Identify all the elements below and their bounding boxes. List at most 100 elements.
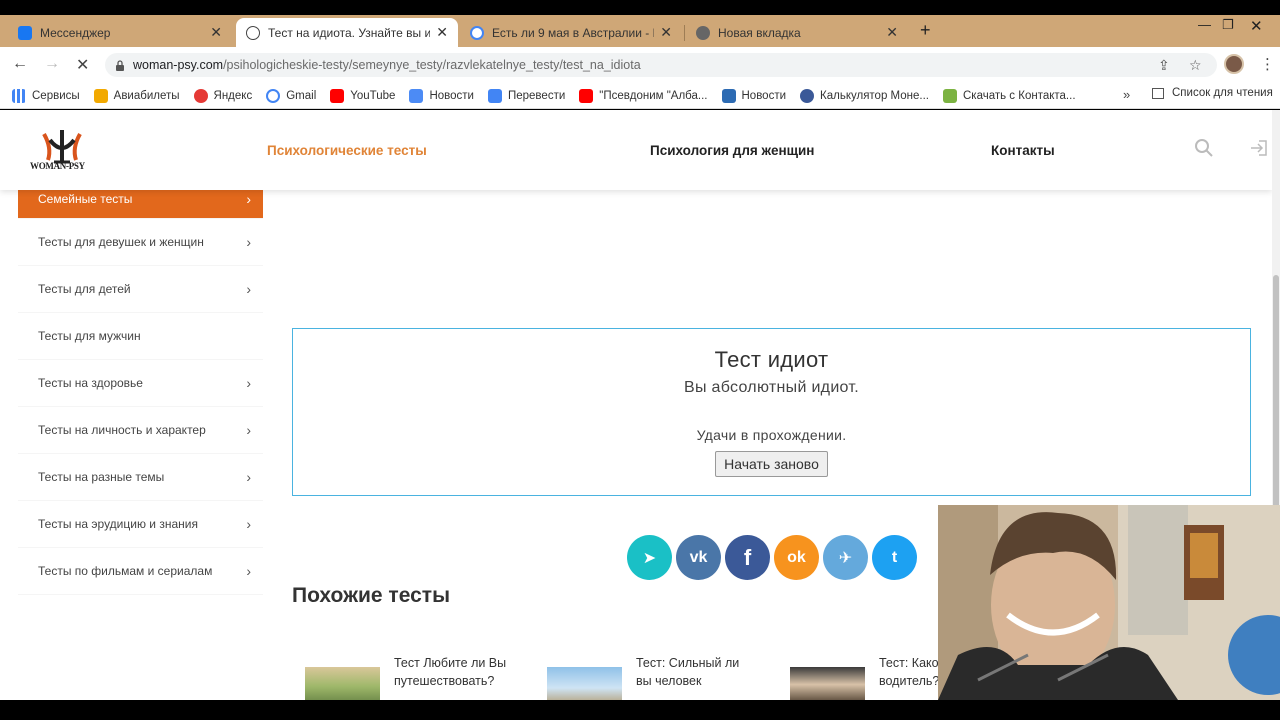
chevron-right-icon: › — [246, 234, 251, 250]
bookmark-pseudonym[interactable]: "Псевдоним "Алба... — [579, 88, 708, 103]
restart-button[interactable]: Начать заново — [715, 451, 828, 477]
similar-test-thumbnail[interactable] — [790, 667, 865, 700]
similar-test-link[interactable]: Тест: Сильный ли вы человек — [636, 654, 756, 690]
result-title: Тест идиот — [714, 347, 829, 372]
bookmark-news-vk[interactable]: Новости — [721, 88, 787, 103]
close-icon[interactable]: ✕ — [436, 24, 448, 41]
chrome-favicon-icon — [696, 25, 710, 40]
tab-google-search[interactable]: Есть ли 9 мая в Австралии - Пои... ✕ — [460, 18, 682, 47]
close-icon[interactable]: ✕ — [210, 24, 222, 41]
bookmark-label: Калькулятор Моне... — [820, 89, 929, 102]
telegram-icon[interactable]: ✈ — [823, 535, 868, 580]
webcam-person-image — [938, 505, 1280, 700]
sidebar-item-label: Тесты для детей — [38, 282, 131, 296]
webcam-overlay — [938, 505, 1280, 700]
facebook-icon[interactable]: f — [725, 535, 770, 580]
tab-new-tab[interactable]: Новая вкладка ✕ — [686, 18, 908, 47]
bookmark-news-google[interactable]: Новости — [409, 88, 474, 103]
back-arrow-icon[interactable]: ← — [12, 55, 28, 73]
sidebar-item-label: Тесты на здоровье — [38, 376, 143, 390]
browser-tabstrip: Мессенджер ✕ Тест на идиота. Узнайте вы … — [0, 15, 1280, 47]
share-send-icon[interactable]: ➤ — [627, 535, 672, 580]
bookmark-yandex[interactable]: Яндекс — [193, 88, 252, 103]
card-title-line: путешествовать? — [394, 674, 495, 688]
address-bar[interactable]: woman-psy.com/psihologicheskie-testy/sem… — [105, 53, 1217, 77]
screen-top-border — [0, 0, 1280, 15]
tests-category-sidebar: Семейные тесты › Тесты для девушек и женщ… — [18, 180, 263, 595]
chevron-right-icon: › — [246, 469, 251, 485]
plane-icon — [93, 88, 108, 103]
vk-icon[interactable]: vk — [676, 535, 721, 580]
sidebar-item-erudition[interactable]: Тесты на эрудицию и знания › — [18, 501, 263, 548]
nav-contacts[interactable]: Контакты — [991, 143, 1055, 158]
bookmark-aviatickets[interactable]: Авиабилеты — [93, 88, 180, 103]
youtube-icon — [579, 88, 594, 103]
translate-icon — [487, 88, 502, 103]
bookmark-star-icon[interactable]: ☆ — [1189, 57, 1202, 74]
lock-icon — [116, 59, 124, 71]
messenger-favicon-icon — [18, 25, 32, 40]
reading-list-label: Список для чтения — [1172, 87, 1273, 99]
bookmark-youtube[interactable]: YouTube — [330, 88, 395, 103]
card-title-line: Тест: Сильный ли — [636, 656, 740, 670]
chevron-right-icon: › — [246, 563, 251, 579]
nav-psychology-for-women[interactable]: Психология для женщин — [650, 143, 814, 158]
share-page-icon[interactable]: ⇪ — [1158, 57, 1170, 74]
close-icon[interactable]: ✕ — [886, 24, 898, 41]
window-close-icon[interactable]: ✕ — [1250, 17, 1263, 35]
test-result-box: Тест идиот Вы абсолютный идиот. Удачи в … — [292, 328, 1251, 496]
minimize-icon[interactable]: — — [1198, 17, 1211, 32]
close-icon[interactable]: ✕ — [660, 24, 672, 41]
similar-test-thumbnail[interactable] — [547, 667, 622, 700]
sidebar-item-health[interactable]: Тесты на здоровье › — [18, 360, 263, 407]
site-favicon-icon — [246, 25, 260, 40]
chevron-right-icon: › — [246, 375, 251, 391]
sidebar-item-label: Тесты для мужчин — [38, 329, 141, 343]
share-label: vk — [689, 548, 708, 566]
google-icon — [266, 88, 281, 103]
similar-test-thumbnail[interactable] — [305, 667, 380, 700]
sidebar-item-men[interactable]: Тесты для мужчин — [18, 313, 263, 360]
url-path: /psihologicheskie-testy/semeynye_testy/r… — [223, 58, 641, 72]
chevron-right-icon: › — [246, 516, 251, 532]
restore-icon[interactable]: ❐ — [1222, 17, 1234, 33]
stop-loading-icon[interactable]: ✕ — [76, 55, 89, 75]
news-icon — [409, 88, 424, 103]
bookmark-coin-calculator[interactable]: Калькулятор Моне... — [800, 88, 929, 103]
bookmark-label: Новости — [741, 89, 787, 102]
bookmark-gmail[interactable]: Gmail — [266, 88, 316, 103]
profile-avatar[interactable] — [1224, 54, 1244, 74]
similar-test-link[interactable]: Тест Любите ли Вы путешествовать? — [394, 654, 514, 690]
twitter-icon[interactable]: t — [872, 535, 917, 580]
nav-psychological-tests[interactable]: Психологические тесты — [267, 143, 427, 158]
sidebar-item-label: Тесты на разные темы — [38, 470, 165, 484]
bookmark-label: "Псевдоним "Алба... — [599, 89, 708, 102]
vk-icon — [721, 88, 736, 103]
similar-tests-heading: Похожие тесты — [292, 584, 451, 607]
sidebar-item-personality[interactable]: Тесты на личность и характер › — [18, 407, 263, 454]
sidebar-item-label: Тесты по фильмам и сериалам — [38, 564, 213, 578]
sidebar-item-girls-women[interactable]: Тесты для девушек и женщин › — [18, 219, 263, 266]
share-label: t — [891, 548, 898, 566]
forward-arrow-icon[interactable]: → — [44, 55, 60, 73]
reading-list[interactable]: Список для чтения — [1152, 87, 1273, 99]
bookmark-download-vk[interactable]: Скачать с Контакта... — [942, 88, 1076, 103]
sidebar-item-label: Тесты на личность и характер — [38, 423, 206, 437]
new-tab-plus-icon[interactable]: + — [920, 20, 931, 41]
browser-menu-icon[interactable]: ⋮ — [1260, 55, 1275, 73]
globe-icon — [800, 88, 815, 103]
tab-messenger[interactable]: Мессенджер ✕ — [8, 18, 232, 47]
bookmark-translate[interactable]: Перевести — [487, 88, 565, 103]
odnoklassniki-icon[interactable]: ok — [774, 535, 819, 580]
apps-grid-icon — [12, 88, 26, 103]
sidebar-item-children[interactable]: Тесты для детей › — [18, 266, 263, 313]
share-label: f — [743, 544, 752, 570]
more-bookmarks-icon[interactable]: » — [1123, 87, 1130, 102]
sidebar-item-various[interactable]: Тесты на разные темы › — [18, 454, 263, 501]
sidebar-item-movies[interactable]: Тесты по фильмам и сериалам › — [18, 548, 263, 595]
tab-title: Тест на идиота. Узнайте вы идиот... — [268, 25, 431, 40]
tab-idiot-test[interactable]: Тест на идиота. Узнайте вы идиот... ✕ — [236, 18, 458, 47]
bookmark-services[interactable]: Сервисы — [12, 88, 80, 103]
login-icon[interactable] — [1249, 138, 1269, 158]
search-icon[interactable] — [1194, 138, 1214, 158]
